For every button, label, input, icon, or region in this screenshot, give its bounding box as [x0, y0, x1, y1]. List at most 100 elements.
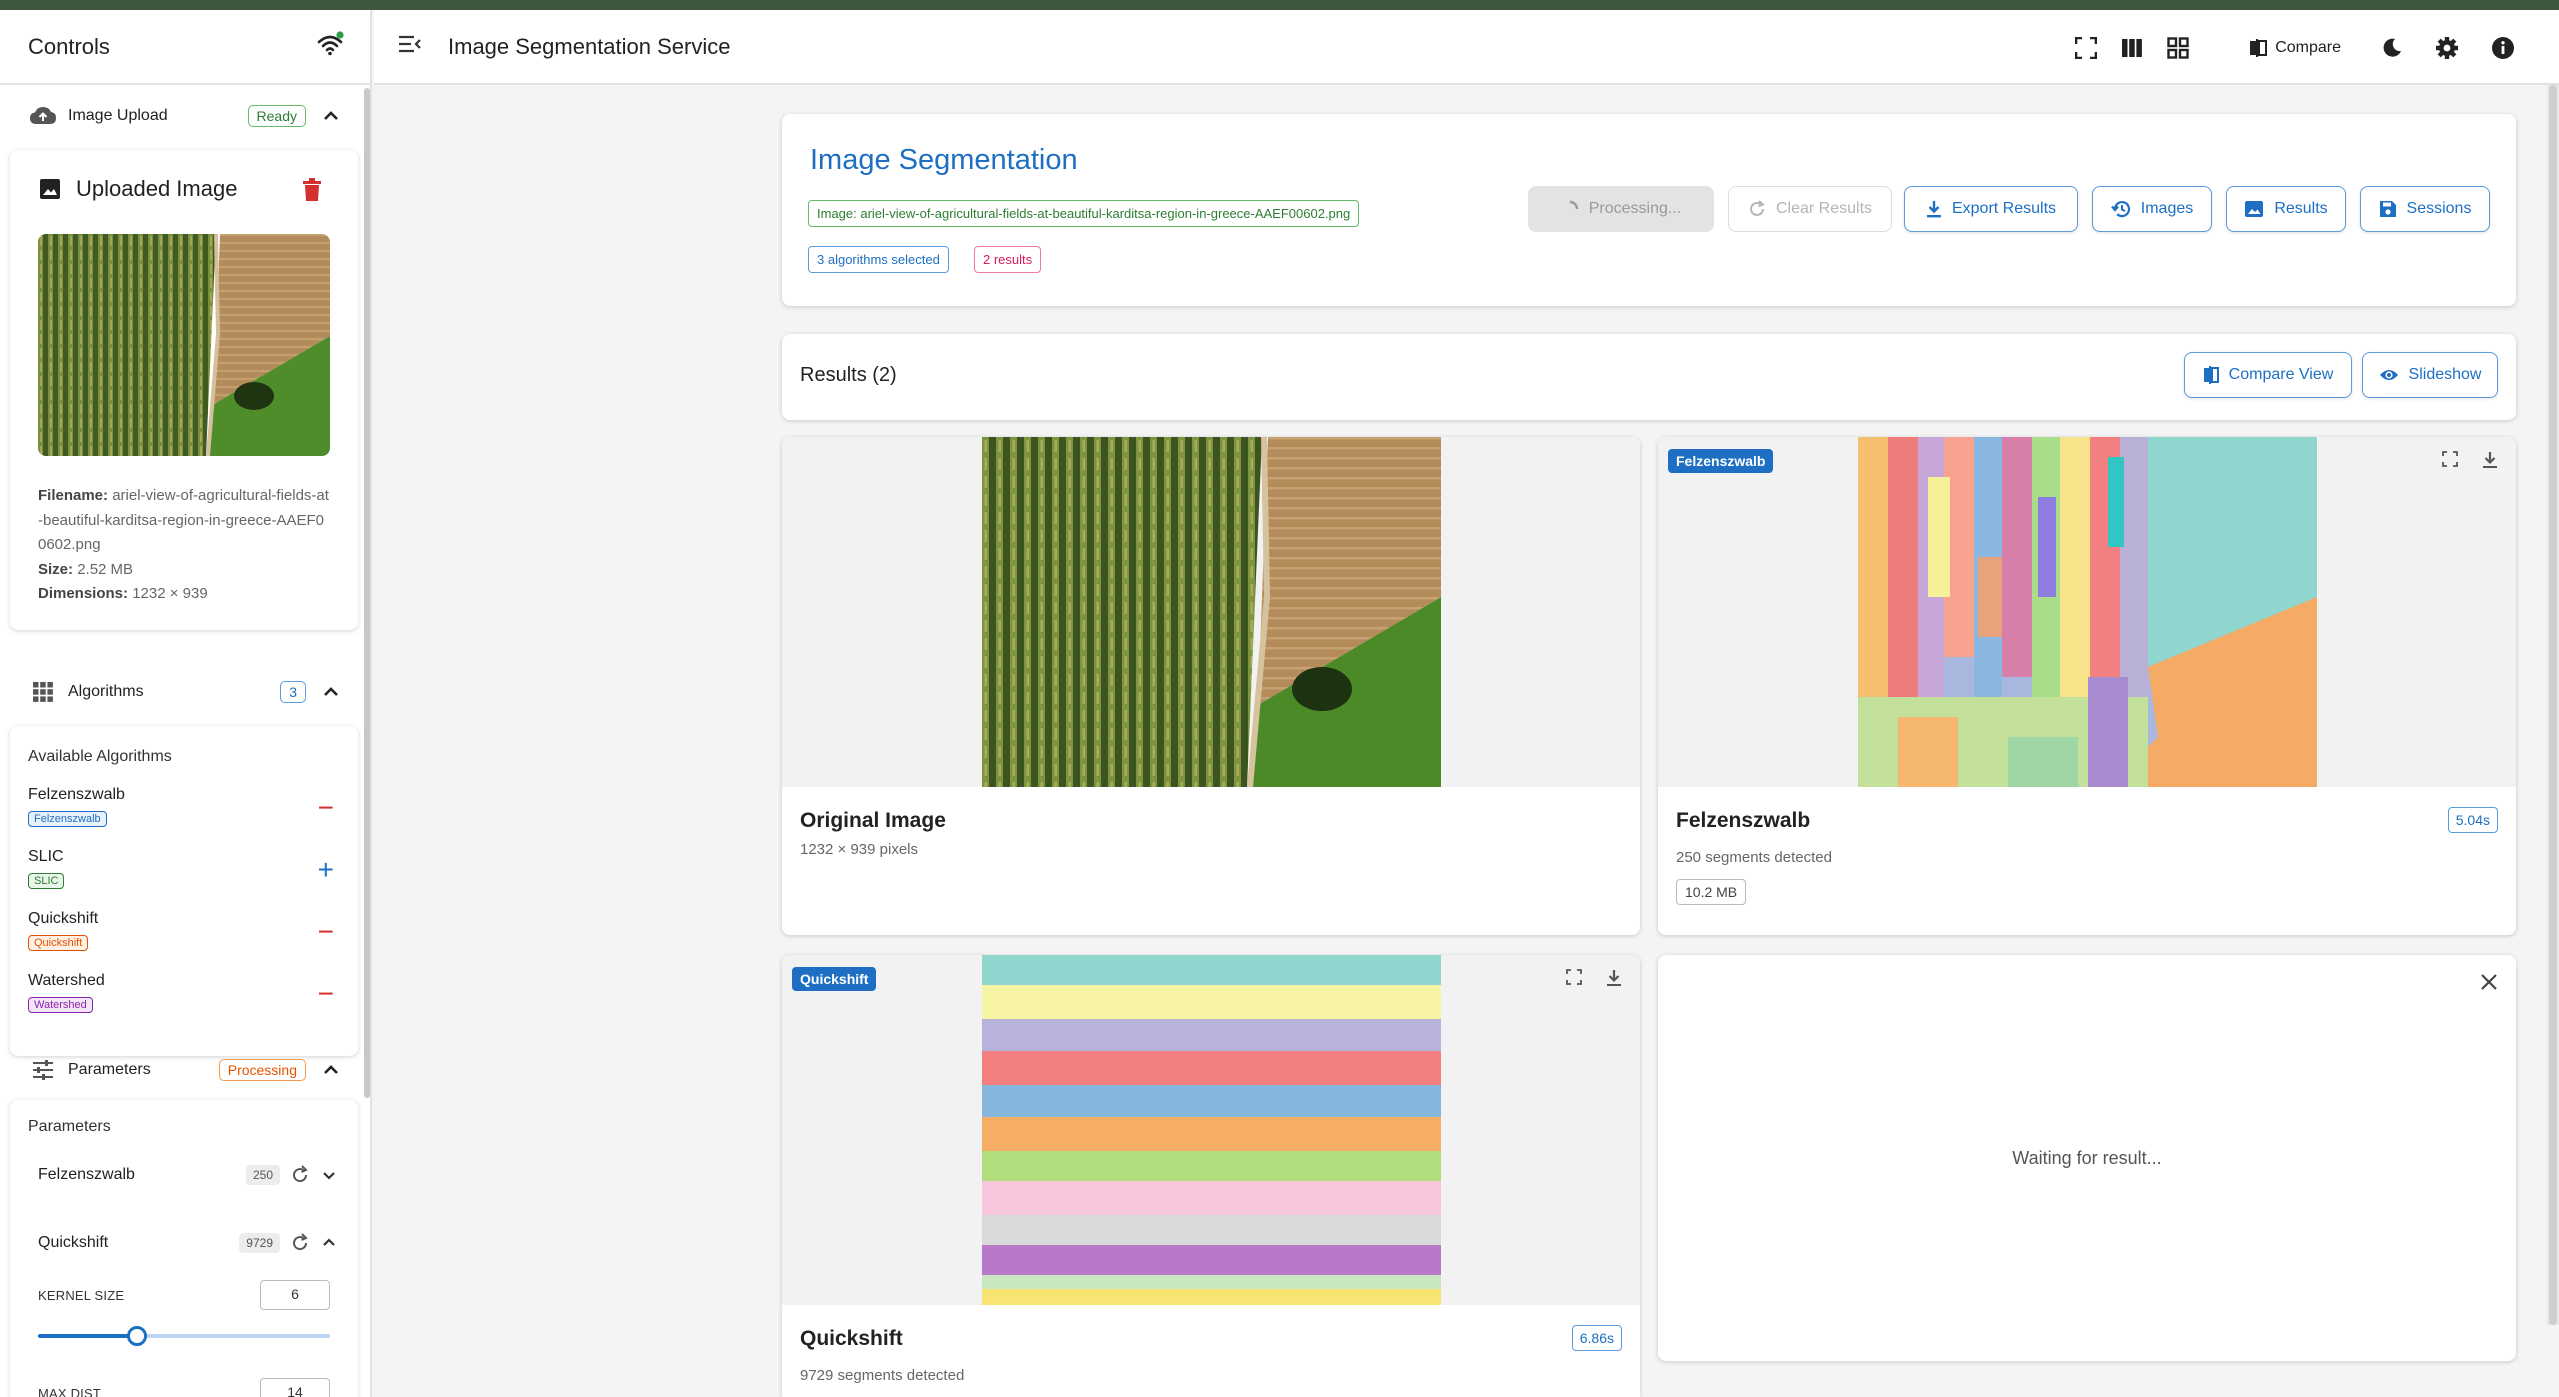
- result-card-pending: Waiting for result...: [1658, 955, 2516, 1361]
- dimensions-row: Dimensions: 1232 × 939: [38, 585, 208, 602]
- algorithm-item-quickshift[interactable]: Quickshift Quickshift −: [28, 910, 348, 964]
- remove-algorithm-button[interactable]: −: [318, 980, 334, 1008]
- kernel-size-label: KERNEL SIZE: [38, 1288, 125, 1303]
- slider-handle[interactable]: [127, 1326, 148, 1346]
- algorithm-name: SLIC: [28, 848, 64, 865]
- main-scrollbar[interactable]: [2547, 85, 2559, 1325]
- slideshow-button[interactable]: Slideshow: [2362, 352, 2498, 398]
- grid-view-icon[interactable]: [2167, 36, 2189, 59]
- original-image[interactable]: [982, 437, 1441, 787]
- result-image-area[interactable]: Felzenszwalb: [1658, 437, 2516, 787]
- reset-icon[interactable]: [290, 1233, 310, 1253]
- algorithm-tag: Felzenszwalb: [28, 811, 107, 827]
- param-group-quickshift[interactable]: Quickshift 9729: [38, 1228, 338, 1258]
- clear-results-button[interactable]: Clear Results: [1728, 186, 1892, 232]
- quickshift-segmentation-image[interactable]: [982, 955, 1441, 1305]
- section-algorithms[interactable]: Algorithms 3: [0, 666, 366, 718]
- image-icon: [2245, 201, 2264, 217]
- remove-algorithm-button[interactable]: −: [318, 918, 334, 946]
- export-results-button[interactable]: Export Results: [1904, 186, 2078, 232]
- button-label: Processing...: [1588, 200, 1682, 217]
- info-icon[interactable]: [2491, 36, 2515, 60]
- gear-icon[interactable]: [2435, 36, 2459, 60]
- button-label: Export Results: [1951, 200, 2057, 217]
- fullscreen-icon[interactable]: [2075, 36, 2098, 59]
- results-button[interactable]: Results: [2226, 186, 2346, 232]
- available-algorithms-header: Available Algorithms: [28, 748, 172, 765]
- grid-icon: [28, 677, 58, 707]
- result-card-original[interactable]: Original Image 1232 × 939 pixels: [782, 437, 1640, 935]
- close-icon[interactable]: [2480, 973, 2498, 996]
- algorithm-item-watershed[interactable]: Watershed Watershed −: [28, 972, 348, 1026]
- result-card-quickshift[interactable]: Quickshift Quickshift 6.86s 9729 segment…: [782, 955, 1640, 1397]
- parameters-panel: Parameters Felzenszwalb 250 Quickshift 9…: [10, 1100, 358, 1397]
- algorithm-chip: Quickshift: [792, 967, 877, 991]
- kernel-size-slider[interactable]: [38, 1326, 330, 1346]
- kernel-size-input[interactable]: 6: [260, 1280, 330, 1310]
- result-image-area[interactable]: [782, 437, 1640, 787]
- result-name: Original Image: [800, 809, 946, 832]
- download-icon[interactable]: [2482, 451, 2498, 474]
- result-name: Felzenszwalb: [1676, 809, 1811, 832]
- algorithm-item-felzenszwalb[interactable]: Felzenszwalb Felzenszwalb −: [28, 786, 348, 840]
- button-label: Slideshow: [2408, 366, 2482, 383]
- chevron-up-icon[interactable]: [320, 1234, 338, 1252]
- button-label: Results: [2274, 200, 2328, 217]
- results-count-chip: 2 results: [974, 246, 1042, 273]
- slider-fill: [38, 1334, 138, 1338]
- chevron-up-icon[interactable]: [320, 105, 342, 127]
- results-title: Results (2): [800, 364, 897, 386]
- compare-view-button[interactable]: Compare View: [2184, 352, 2352, 398]
- remove-algorithm-button[interactable]: −: [318, 794, 334, 822]
- sliders-icon: [28, 1055, 58, 1085]
- result-subtitle: 9729 segments detected: [800, 1367, 965, 1384]
- param-group-value: 250: [245, 1165, 280, 1185]
- save-icon: [2379, 201, 2396, 217]
- menu-collapse-icon[interactable]: [398, 35, 422, 58]
- section-parameters[interactable]: Parameters Processing: [0, 1044, 366, 1096]
- expand-icon[interactable]: [1566, 969, 1582, 990]
- parameters-header: Parameters: [28, 1118, 111, 1135]
- download-icon[interactable]: [1606, 969, 1622, 992]
- algorithms-selected-chip: 3 algorithms selected: [808, 246, 949, 273]
- algorithms-panel: Available Algorithms Felzenszwalb Felzen…: [10, 726, 358, 1056]
- algorithm-tag: SLIC: [28, 873, 65, 889]
- processing-button[interactable]: Processing...: [1528, 186, 1714, 232]
- result-card-felzenszwalb[interactable]: Felzenszwalb Felzenszwalb 5.04s 250 segm…: [1658, 437, 2516, 935]
- column-view-icon[interactable]: [2121, 38, 2143, 58]
- param-group-felzenszwalb[interactable]: Felzenszwalb 250: [38, 1160, 338, 1190]
- spinner-icon: [1569, 200, 1578, 210]
- filename-row: Filename: ariel-view-of-agricultural-fie…: [38, 487, 329, 553]
- sidebar-scrollbar[interactable]: [364, 88, 370, 1098]
- chevron-up-icon[interactable]: [320, 681, 342, 703]
- compare-icon: [2203, 366, 2219, 384]
- dark-mode-icon[interactable]: [2381, 37, 2403, 59]
- uploaded-image-card: Uploaded Image Filename: ariel-view-of-a…: [10, 150, 358, 630]
- waiting-message: Waiting for result...: [2012, 1147, 2162, 1168]
- add-algorithm-button[interactable]: +: [318, 856, 334, 884]
- algorithm-item-slic[interactable]: SLIC SLIC +: [28, 848, 348, 902]
- sessions-button[interactable]: Sessions: [2360, 186, 2490, 232]
- page-title: Image Segmentation: [810, 144, 1078, 176]
- dimensions-value: 1232 × 939: [132, 585, 208, 602]
- max-dist-label: MAX DIST: [38, 1386, 101, 1397]
- result-image-area[interactable]: Quickshift: [782, 955, 1640, 1305]
- algorithm-name: Quickshift: [28, 910, 99, 927]
- images-button[interactable]: Images: [2092, 186, 2212, 232]
- compare-button[interactable]: Compare: [2249, 38, 2341, 58]
- expand-icon[interactable]: [2442, 451, 2458, 472]
- results-header-card: Results (2) Compare View Slideshow: [782, 334, 2516, 420]
- wifi-status-icon[interactable]: [316, 31, 344, 62]
- uploaded-image-thumbnail[interactable]: [38, 234, 330, 456]
- result-subtitle: 250 segments detected: [1676, 849, 1832, 866]
- section-image-upload[interactable]: Image Upload Ready: [0, 90, 366, 142]
- delete-icon[interactable]: [302, 178, 322, 207]
- chevron-down-icon[interactable]: [320, 1166, 338, 1184]
- reset-icon[interactable]: [290, 1165, 310, 1185]
- algorithm-tag: Quickshift: [28, 935, 89, 951]
- app-title: Image Segmentation Service: [448, 33, 731, 59]
- felzenszwalb-segmentation-image[interactable]: [1858, 437, 2317, 787]
- max-dist-input[interactable]: 14: [260, 1378, 330, 1397]
- chevron-up-icon[interactable]: [320, 1059, 342, 1081]
- result-name: Quickshift: [800, 1327, 903, 1350]
